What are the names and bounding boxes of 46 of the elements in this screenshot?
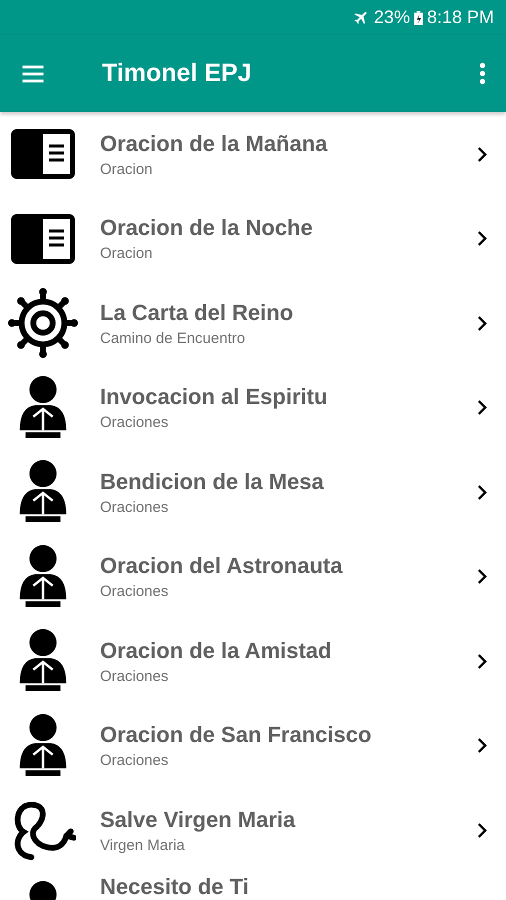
gear-icon bbox=[8, 288, 78, 358]
item-title: Salve Virgen Maria bbox=[100, 806, 296, 833]
chevron-right-icon bbox=[477, 314, 488, 332]
item-title: Oracion del Astronauta bbox=[100, 553, 344, 580]
clock: 8:18 PM bbox=[426, 7, 494, 28]
item-title: Bendicion de la Mesa bbox=[100, 468, 325, 495]
list-item[interactable]: Invocacion al Espiritu Oraciones bbox=[0, 366, 506, 450]
battery-percent: 23% bbox=[374, 7, 410, 28]
list-item[interactable]: Necesito de Ti bbox=[0, 872, 506, 900]
chevron-right-icon bbox=[477, 737, 488, 754]
list-item[interactable]: La Carta del Reino Camino de Encuentro bbox=[0, 281, 506, 366]
item-subtitle: Oracion bbox=[100, 160, 154, 178]
chevron-right-icon bbox=[477, 568, 488, 586]
list-item[interactable]: Oracion de la Amistad Oraciones bbox=[0, 619, 506, 704]
item-title: Necesito de Ti bbox=[100, 874, 250, 900]
item-subtitle: Oraciones bbox=[100, 583, 170, 600]
item-title: Oracion de la Mañana bbox=[100, 130, 328, 157]
chevron-right-icon bbox=[477, 484, 488, 501]
list-item[interactable]: Bendicion de la Mesa Oraciones bbox=[0, 450, 506, 534]
battery-icon bbox=[414, 10, 423, 24]
item-subtitle: Oraciones bbox=[100, 668, 170, 685]
item-subtitle: Virgen Maria bbox=[100, 836, 186, 854]
item-title: La Carta del Reino bbox=[100, 300, 294, 326]
list-item[interactable]: Oracion de San Francisco Oraciones bbox=[0, 704, 506, 788]
item-subtitle: Oraciones bbox=[100, 414, 170, 432]
list-item[interactable]: Oracion del Astronauta Oraciones bbox=[0, 534, 506, 619]
item-title: Oracion de San Francisco bbox=[100, 722, 372, 748]
item-subtitle: Oracion bbox=[100, 245, 154, 262]
list-item[interactable]: Oracion de la Noche Oracion bbox=[0, 196, 506, 281]
item-title: Oracion de la Noche bbox=[100, 215, 314, 242]
item-subtitle: Oraciones bbox=[100, 752, 170, 770]
book-icon bbox=[11, 214, 75, 264]
app-title: Timonel EPJ bbox=[102, 59, 252, 88]
chevron-right-icon bbox=[477, 230, 488, 248]
item-title: Invocacion al Espiritu bbox=[100, 384, 328, 410]
item-title: Oracion de la Amistad bbox=[100, 638, 332, 664]
book-icon bbox=[11, 129, 75, 180]
chevron-right-icon bbox=[477, 652, 488, 670]
chevron-right-icon bbox=[477, 399, 488, 416]
item-subtitle: Camino de Encuentro bbox=[100, 330, 246, 347]
chevron-right-icon bbox=[477, 146, 488, 163]
item-subtitle: Oraciones bbox=[100, 498, 170, 516]
chevron-right-icon bbox=[477, 822, 488, 839]
list-item[interactable]: Oracion de la Mañana Oracion bbox=[0, 112, 506, 196]
list-item[interactable]: Salve Virgen Maria Virgen Maria bbox=[0, 788, 506, 872]
more-vertical-icon bbox=[479, 62, 486, 85]
